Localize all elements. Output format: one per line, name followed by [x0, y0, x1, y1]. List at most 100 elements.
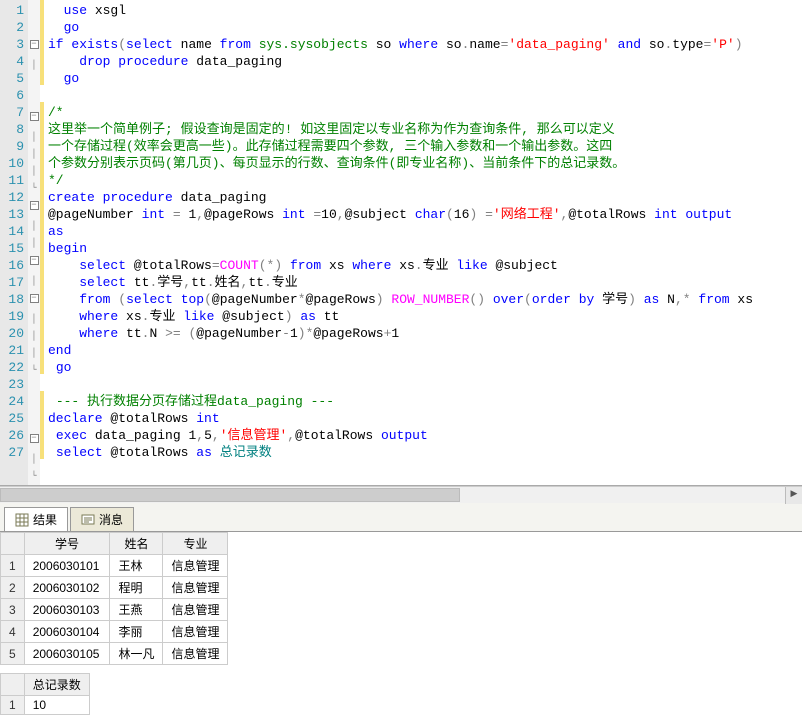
line-number: 16 — [2, 257, 24, 274]
column-header[interactable]: 姓名 — [110, 533, 163, 555]
fold-toggle-icon[interactable]: − — [30, 112, 39, 121]
code-line[interactable]: from (select top(@pageNumber*@pageRows) … — [48, 291, 802, 308]
cell[interactable]: 信息管理 — [163, 599, 228, 621]
code-line[interactable] — [48, 87, 802, 104]
code-line[interactable]: */ — [48, 172, 802, 189]
fold-cell — [28, 19, 40, 36]
scrollbar-arrow-right-icon[interactable]: ▶ — [785, 487, 802, 504]
cell[interactable]: 林一凡 — [110, 643, 163, 665]
cell[interactable]: 2006030105 — [24, 643, 110, 665]
fold-toggle-icon[interactable]: − — [30, 434, 39, 443]
results-grid-2[interactable]: 总记录数110 — [0, 673, 90, 715]
line-number: 14 — [2, 223, 24, 240]
line-number: 1 — [2, 2, 24, 19]
results-grid-1[interactable]: 学号姓名专业12006030101王林信息管理22006030102程明信息管理… — [0, 532, 228, 665]
fold-cell — [28, 396, 40, 413]
code-line[interactable]: go — [48, 19, 802, 36]
line-number: 20 — [2, 325, 24, 342]
row-header[interactable]: 2 — [1, 577, 25, 599]
cell[interactable]: 2006030102 — [24, 577, 110, 599]
code-line[interactable]: go — [48, 359, 802, 376]
code-area[interactable]: use xsgl goif exists(select name from sy… — [44, 0, 802, 485]
cell[interactable]: 王林 — [110, 555, 163, 577]
code-line[interactable]: if exists(select name from sys.sysobject… — [48, 36, 802, 53]
results-panel: 学号姓名专业12006030101王林信息管理22006030102程明信息管理… — [0, 532, 802, 721]
code-line[interactable]: 一个存储过程(效率会更高一些)。此存储过程需要四个参数, 三个输入参数和一个输出… — [48, 138, 802, 155]
line-number: 7 — [2, 104, 24, 121]
line-number: 4 — [2, 53, 24, 70]
results-tab-bar: 结果 消息 — [0, 503, 802, 532]
table-row[interactable]: 52006030105林一凡信息管理 — [1, 643, 228, 665]
code-line[interactable]: select tt.学号,tt.姓名,tt.专业 — [48, 274, 802, 291]
row-header[interactable]: 5 — [1, 643, 25, 665]
row-header[interactable]: 1 — [1, 696, 25, 715]
code-line[interactable]: go — [48, 70, 802, 87]
fold-toggle-icon[interactable]: − — [30, 294, 39, 303]
cell[interactable]: 信息管理 — [163, 577, 228, 599]
code-line[interactable]: exec data_paging 1,5,'信息管理',@totalRows o… — [48, 427, 802, 444]
cell[interactable]: 2006030103 — [24, 599, 110, 621]
fold-toggle-icon[interactable]: − — [30, 40, 39, 49]
tab-messages[interactable]: 消息 — [70, 507, 134, 531]
editor-horizontal-scrollbar[interactable]: ▶ — [0, 486, 802, 503]
row-header[interactable]: 1 — [1, 555, 25, 577]
row-header[interactable]: 4 — [1, 621, 25, 643]
code-line[interactable]: where xs.专业 like @subject) as tt — [48, 308, 802, 325]
code-line[interactable]: 这里举一个简单例子; 假设查询是固定的! 如这里固定以专业名称为作为查询条件, … — [48, 121, 802, 138]
code-line[interactable]: begin — [48, 240, 802, 257]
fold-cell: │ — [28, 163, 40, 180]
fold-toggle-icon[interactable]: − — [30, 201, 39, 210]
line-number: 19 — [2, 308, 24, 325]
fold-cell — [28, 91, 40, 108]
fold-cell: │ — [28, 218, 40, 235]
column-header[interactable]: 专业 — [163, 533, 228, 555]
code-line[interactable]: use xsgl — [48, 2, 802, 19]
fold-cell: │ — [28, 235, 40, 252]
cell[interactable]: 王燕 — [110, 599, 163, 621]
fold-toggle-icon[interactable]: − — [30, 256, 39, 265]
cell[interactable]: 10 — [24, 696, 89, 715]
table-row[interactable]: 12006030101王林信息管理 — [1, 555, 228, 577]
cell[interactable]: 信息管理 — [163, 555, 228, 577]
code-line[interactable]: select @totalRows as 总记录数 — [48, 444, 802, 461]
column-header[interactable]: 学号 — [24, 533, 110, 555]
table-row[interactable]: 110 — [1, 696, 90, 715]
code-line[interactable]: @pageNumber int = 1,@pageRows int =10,@s… — [48, 206, 802, 223]
line-number: 6 — [2, 87, 24, 104]
cell[interactable]: 信息管理 — [163, 621, 228, 643]
fold-cell: │ — [28, 345, 40, 362]
tab-messages-label: 消息 — [99, 511, 123, 528]
messages-icon — [81, 513, 95, 527]
tab-results[interactable]: 结果 — [4, 507, 68, 531]
code-line[interactable]: end — [48, 342, 802, 359]
code-line[interactable]: declare @totalRows int — [48, 410, 802, 427]
code-line[interactable]: create procedure data_paging — [48, 189, 802, 206]
line-number-gutter: 1234567891011121314151617181920212223242… — [0, 0, 28, 485]
code-line[interactable]: select @totalRows=COUNT(*) from xs where… — [48, 257, 802, 274]
code-line[interactable]: where tt.N >= (@pageNumber-1)*@pageRows+… — [48, 325, 802, 342]
fold-cell: └ — [28, 180, 40, 197]
scrollbar-thumb[interactable] — [0, 488, 460, 502]
line-number: 11 — [2, 172, 24, 189]
fold-cell: │ — [28, 311, 40, 328]
table-row[interactable]: 22006030102程明信息管理 — [1, 577, 228, 599]
fold-cell: │ — [28, 146, 40, 163]
cell[interactable]: 程明 — [110, 577, 163, 599]
code-editor[interactable]: 1234567891011121314151617181920212223242… — [0, 0, 802, 486]
cell[interactable]: 李丽 — [110, 621, 163, 643]
code-line[interactable]: drop procedure data_paging — [48, 53, 802, 70]
code-line[interactable]: /* — [48, 104, 802, 121]
line-number: 26 — [2, 427, 24, 444]
cell[interactable]: 2006030104 — [24, 621, 110, 643]
fold-cell: │ — [28, 273, 40, 290]
cell[interactable]: 2006030101 — [24, 555, 110, 577]
code-line[interactable]: --- 执行数据分页存储过程data_paging --- — [48, 393, 802, 410]
code-line[interactable]: as — [48, 223, 802, 240]
table-row[interactable]: 32006030103王燕信息管理 — [1, 599, 228, 621]
table-row[interactable]: 42006030104李丽信息管理 — [1, 621, 228, 643]
code-line[interactable]: 个参数分别表示页码(第几页)、每页显示的行数、查询条件(即专业名称)、当前条件下… — [48, 155, 802, 172]
cell[interactable]: 信息管理 — [163, 643, 228, 665]
row-header[interactable]: 3 — [1, 599, 25, 621]
code-line[interactable] — [48, 376, 802, 393]
fold-gutter[interactable]: −│−│││└−││−│−│││└−│└ — [28, 0, 40, 485]
